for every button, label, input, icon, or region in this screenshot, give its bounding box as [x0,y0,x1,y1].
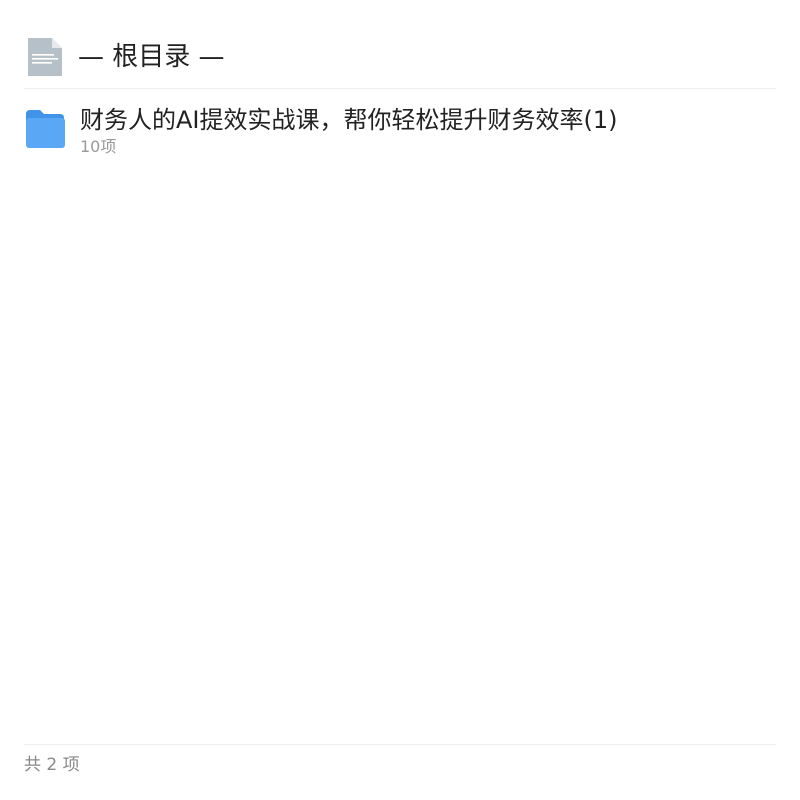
item-count-summary: 共 2 项 [24,755,80,775]
list-item-name: 财务人的AI提效实战课，帮你轻松提升财务效率(1) [80,106,618,134]
page-title: — 根目录 — [78,42,225,72]
file-list: 财务人的AI提效实战课，帮你轻松提升财务效率(1) 10项 [24,100,776,164]
list-item-count: 10项 [80,137,117,156]
list-item[interactable]: 财务人的AI提效实战课，帮你轻松提升财务效率(1) 10项 [24,100,776,164]
document-icon [28,38,62,76]
header-divider [24,88,776,89]
footer-divider [24,744,776,745]
page-header: — 根目录 — [24,36,776,78]
folder-icon [26,110,65,148]
